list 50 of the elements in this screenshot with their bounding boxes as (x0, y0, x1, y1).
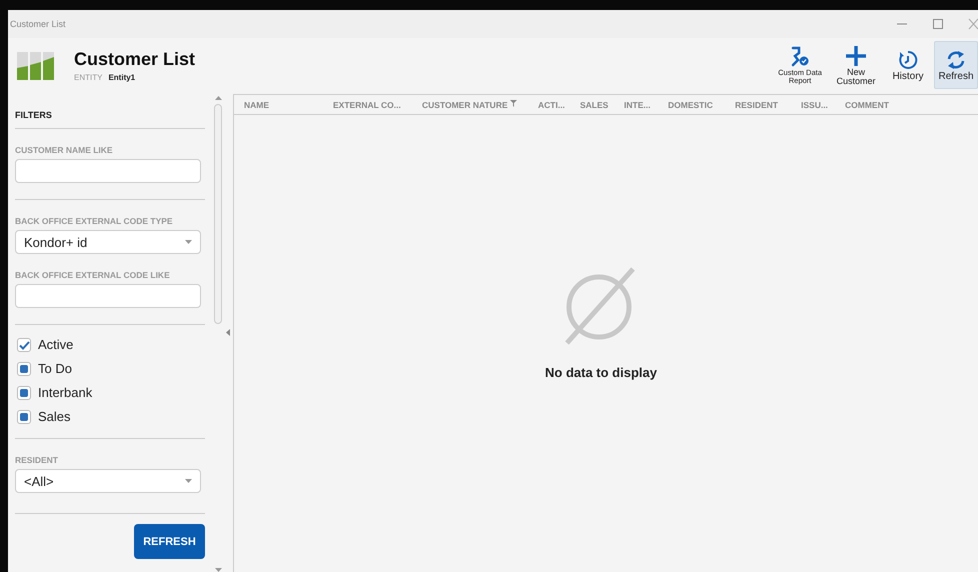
empty-message: No data to display (545, 365, 657, 380)
code-type-dropdown[interactable]: Kondor+ id (15, 230, 201, 254)
collapse-icon[interactable] (226, 328, 230, 336)
entity-label: ENTITY (74, 72, 102, 82)
column-header[interactable]: CUSTOMER NATURE (422, 100, 538, 110)
toolbar-button[interactable]: New Customer (830, 41, 882, 89)
field-label: BACK OFFICE EXTERNAL CODE LIKE (15, 270, 171, 280)
refresh-button[interactable]: REFRESH (134, 524, 205, 559)
checkbox[interactable] (17, 386, 31, 400)
filter-icon[interactable] (510, 100, 517, 106)
checkbox[interactable] (17, 362, 31, 376)
checkbox[interactable] (17, 410, 31, 424)
field-label: RESIDENT (15, 455, 59, 465)
column-header[interactable]: SALES (580, 100, 624, 110)
page-title: Customer List (74, 48, 196, 70)
report-icon (789, 46, 811, 68)
scrollbar-thumb[interactable] (214, 104, 222, 324)
toolbar-button[interactable]: Refresh (934, 41, 978, 89)
checkbox-label: Sales (38, 409, 71, 424)
column-header[interactable]: NAME (244, 100, 333, 110)
filters-heading: FILTERS (15, 110, 53, 120)
plus-icon (845, 44, 867, 66)
toolbar-button[interactable]: History (886, 41, 930, 89)
resident-dropdown[interactable]: <All> (15, 469, 201, 493)
customer-name-field[interactable] (15, 159, 201, 183)
checkbox-label: To Do (38, 361, 72, 376)
entity-value: Entity1 (108, 72, 136, 82)
column-header[interactable]: EXTERNAL CO... (333, 100, 422, 110)
column-header[interactable]: COMMENT (845, 100, 925, 110)
checkbox[interactable] (17, 338, 31, 352)
close-icon[interactable] (968, 18, 978, 30)
logo-icon (17, 52, 55, 80)
field-label: CUSTOMER NAME LIKE (15, 145, 114, 155)
maximize-icon[interactable] (932, 18, 944, 30)
column-header[interactable]: ISSU... (801, 100, 845, 110)
column-header[interactable]: RESIDENT (735, 100, 801, 110)
column-header[interactable]: INTE... (624, 100, 668, 110)
history-icon (897, 48, 919, 70)
field-label: BACK OFFICE EXTERNAL CODE TYPE (15, 216, 174, 226)
scroll-up-icon[interactable] (214, 96, 222, 100)
column-header[interactable]: DOMESTIC (668, 100, 735, 110)
checkbox-label: Active (38, 337, 74, 352)
caret-icon (185, 479, 192, 483)
caret-icon (185, 240, 192, 244)
column-header[interactable]: ACTI... (538, 100, 580, 110)
refresh-icon (945, 48, 967, 70)
code-like-field[interactable] (15, 284, 201, 308)
checkbox-label: Interbank (38, 385, 92, 400)
scroll-down-icon[interactable] (214, 568, 222, 572)
window-title: Customer List (10, 19, 66, 29)
